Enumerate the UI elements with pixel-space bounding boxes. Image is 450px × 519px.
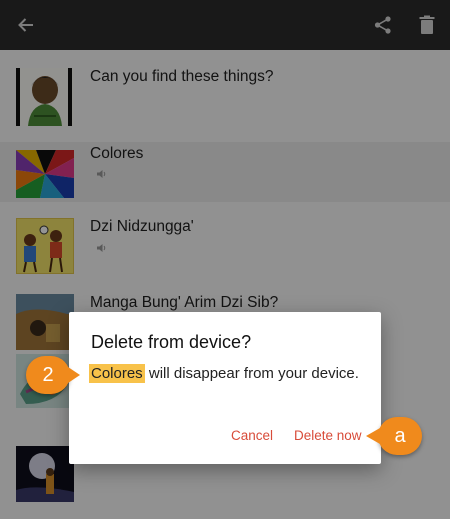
step-callout: a <box>378 417 422 455</box>
step-callout-label: a <box>394 424 406 447</box>
dialog-title: Delete from device? <box>91 332 252 352</box>
app-screen: Can you find these things? Colores Dzi N… <box>0 0 450 519</box>
callout-pointer <box>68 367 80 383</box>
book-name-highlight: Colores <box>89 364 145 383</box>
delete-now-button[interactable]: Delete now <box>294 428 362 443</box>
dialog-message: Colores will disappear from your device. <box>89 364 359 383</box>
dialog-message-text: will disappear from your device. <box>144 365 359 382</box>
cancel-button[interactable]: Cancel <box>231 428 273 443</box>
step-callout: 2 <box>26 356 70 394</box>
step-callout-label: 2 <box>42 363 54 386</box>
delete-dialog: Delete from device? Colores will disappe… <box>69 312 381 464</box>
callout-pointer <box>366 428 380 444</box>
